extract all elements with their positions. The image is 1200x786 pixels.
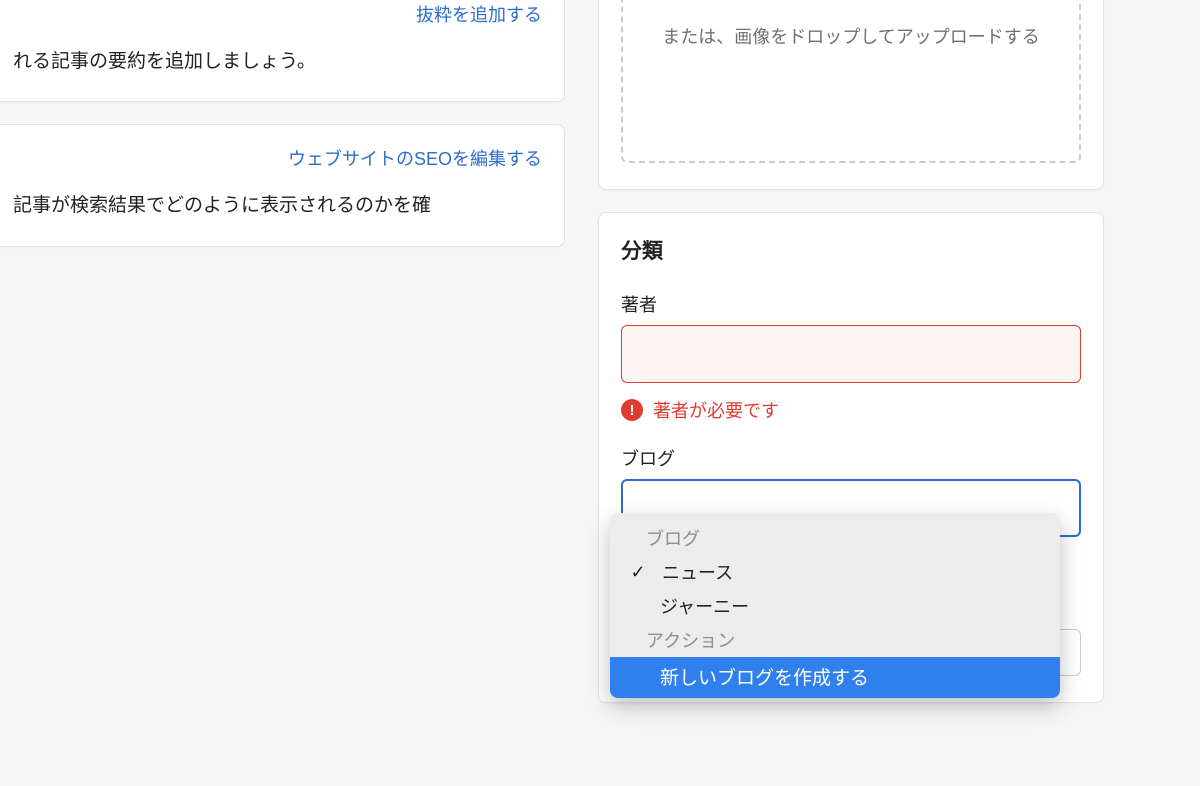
dropdown-group-blog: ブログ: [610, 521, 1060, 555]
excerpt-description: れる記事の要約を追加しましょう。: [13, 47, 542, 77]
dropdown-item-news-label: ニュース: [662, 559, 733, 585]
image-card: または、画像をドロップしてアップロードする: [598, 0, 1104, 190]
category-title: 分類: [621, 235, 1081, 265]
check-icon: ✓: [628, 562, 648, 583]
dropdown-item-create-label: 新しいブログを作成する: [660, 663, 869, 690]
author-error-text: 著者が必要です: [653, 397, 779, 423]
add-excerpt-link[interactable]: 抜粋を追加する: [416, 5, 542, 25]
blog-label: ブログ: [621, 445, 1081, 471]
image-dropzone[interactable]: または、画像をドロップしてアップロードする: [621, 0, 1081, 163]
dropdown-item-create-blog[interactable]: 新しいブログを作成する: [610, 657, 1060, 698]
author-label: 著者: [621, 291, 1081, 317]
edit-seo-link[interactable]: ウェブサイトのSEOを編集する: [288, 149, 542, 169]
left-column: 抜粋を追加する れる記事の要約を追加しましょう。 ウェブサイトのSEOを編集する…: [0, 0, 565, 269]
dropdown-item-journey-label: ジャーニー: [660, 593, 749, 619]
seo-description: 記事が検索結果でどのように表示されるのかを確: [13, 191, 542, 221]
author-error-row: ! 著者が必要です: [621, 397, 1081, 423]
blog-dropdown-popover: ブログ ✓ ニュース ジャーニー アクション 新しいブログを作成する: [610, 513, 1060, 698]
dropzone-text: または、画像をドロップしてアップロードする: [662, 23, 1039, 52]
dropdown-group-action: アクション: [610, 623, 1060, 657]
excerpt-card: 抜粋を追加する れる記事の要約を追加しましょう。: [0, 0, 565, 102]
seo-link-row: ウェブサイトのSEOを編集する: [13, 145, 542, 171]
seo-card: ウェブサイトのSEOを編集する 記事が検索結果でどのように表示されるのかを確: [0, 124, 565, 246]
excerpt-link-row: 抜粋を追加する: [13, 1, 542, 27]
author-field: 著者 ! 著者が必要です: [621, 291, 1081, 423]
error-icon: !: [621, 399, 643, 421]
author-input[interactable]: [621, 325, 1081, 383]
dropdown-item-news[interactable]: ✓ ニュース: [610, 555, 1060, 589]
dropdown-item-journey[interactable]: ジャーニー: [610, 589, 1060, 623]
